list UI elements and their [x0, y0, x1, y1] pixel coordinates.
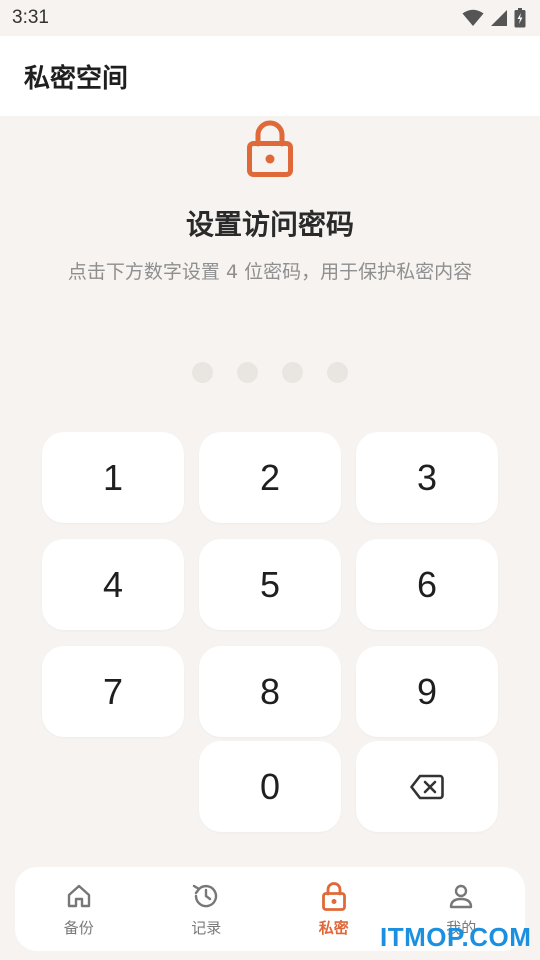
pin-dot: [237, 362, 258, 383]
status-bar: 3:31: [0, 0, 540, 36]
watermark: ITMOP.COM: [380, 922, 532, 952]
status-icons: [462, 8, 526, 28]
page-title: 私密空间: [24, 63, 129, 94]
pin-dot: [327, 362, 348, 383]
status-time: 3:31: [12, 7, 49, 28]
lock-icon: [247, 120, 293, 177]
key-6[interactable]: 6: [356, 539, 498, 630]
nav-item-records[interactable]: 记录: [146, 881, 266, 938]
home-icon: [67, 884, 90, 907]
history-icon: [193, 884, 218, 907]
cellular-signal-icon: [491, 10, 507, 26]
nav-label: 备份: [63, 918, 94, 937]
key-9[interactable]: 9: [356, 646, 498, 737]
key-7[interactable]: 7: [42, 646, 184, 737]
key-0[interactable]: 0: [199, 741, 341, 832]
lock-icon: [321, 881, 346, 911]
app-bar: 私密空间: [0, 36, 540, 116]
key-4[interactable]: 4: [42, 539, 184, 630]
battery-icon: [514, 8, 526, 28]
wifi-icon: [462, 9, 484, 26]
pin-dot: [192, 362, 213, 383]
setup-description: 点击下方数字设置 4 位密码，用于保护私密内容: [67, 261, 473, 283]
key-8[interactable]: 8: [199, 646, 341, 737]
nav-item-backup[interactable]: 备份: [19, 881, 139, 938]
key-1[interactable]: 1: [42, 432, 184, 523]
setup-title: 设置访问密码: [185, 208, 354, 241]
pin-dot: [282, 362, 303, 383]
key-5[interactable]: 5: [199, 539, 341, 630]
key-2[interactable]: 2: [199, 432, 341, 523]
backspace-button[interactable]: [356, 741, 498, 832]
nav-label: 记录: [191, 918, 222, 937]
backspace-icon: [410, 774, 444, 799]
person-icon: [450, 884, 473, 908]
key-3[interactable]: 3: [356, 432, 498, 523]
nav-label: 私密: [318, 918, 349, 937]
nav-item-private[interactable]: 私密: [274, 881, 394, 938]
pin-indicator: [192, 362, 352, 384]
